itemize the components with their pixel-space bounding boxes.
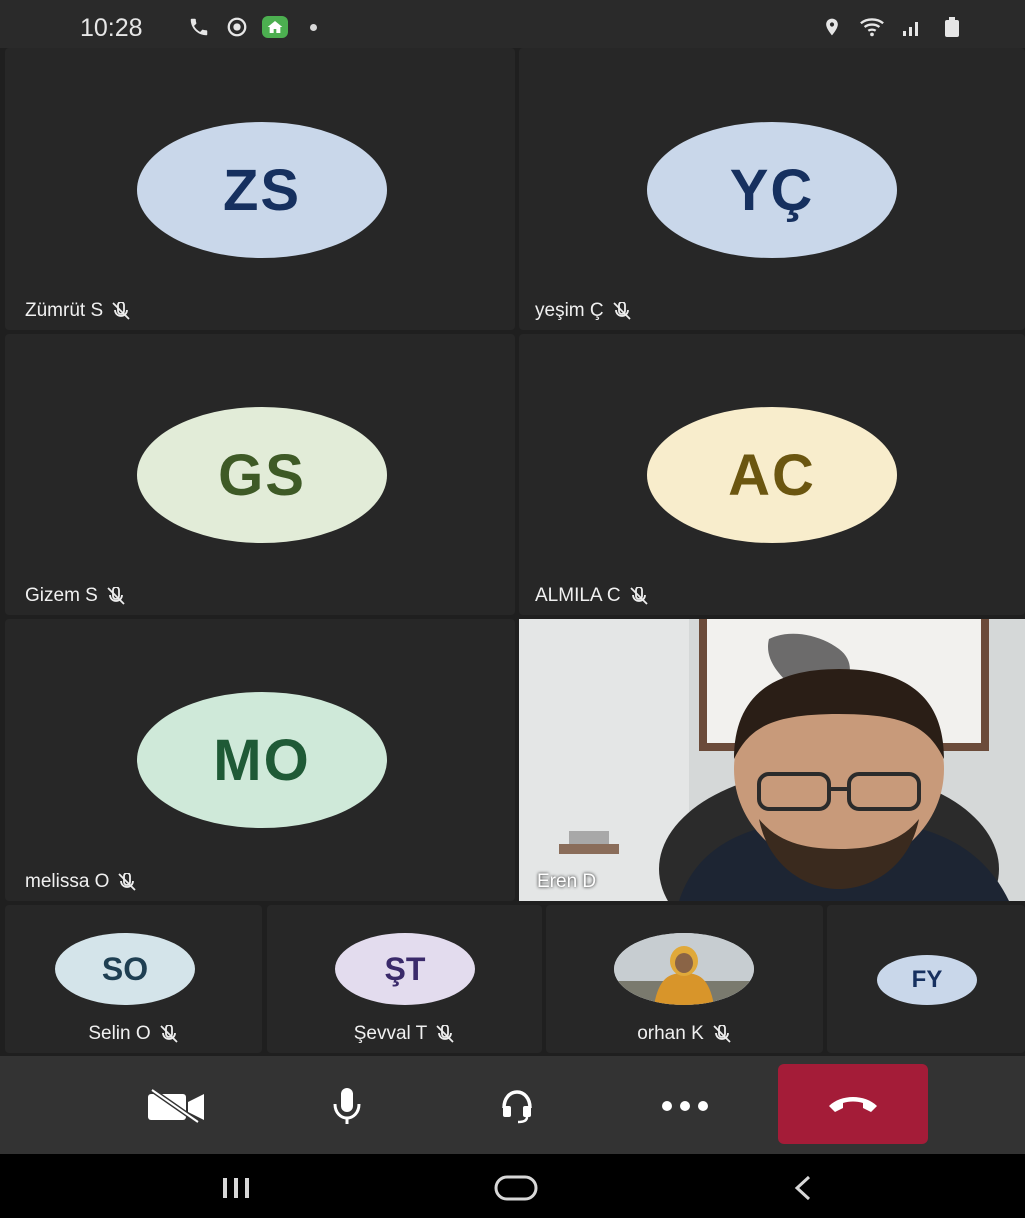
participant-name: melissa O	[25, 871, 137, 893]
participant-name-label: yeşim Ç	[535, 300, 604, 321]
mic-off-icon	[159, 1024, 179, 1043]
status-icons-right	[819, 16, 965, 38]
home-button[interactable]	[486, 1168, 546, 1208]
avatar: ZS	[137, 122, 387, 258]
avatar: ŞT	[335, 933, 475, 1005]
status-bar: 10:28	[0, 0, 1025, 48]
avatar-initials: SO	[101, 950, 149, 987]
call-controls	[0, 1056, 1025, 1154]
participant-name-label: ALMILA C	[535, 585, 621, 606]
participant-name-label: melissa O	[25, 871, 110, 892]
participant-name: orhan K	[546, 1023, 823, 1045]
headset-icon	[502, 1090, 532, 1124]
mic-off-icon	[435, 1024, 455, 1043]
participant-name-label: Eren D	[537, 871, 597, 892]
participant-name-label: Şevval T	[353, 1023, 428, 1044]
participant-name: Zümrüt S	[25, 300, 131, 322]
mic-off-icon	[629, 586, 649, 605]
more-icon	[662, 1101, 708, 1111]
participant-tile-yc[interactable]: YÇ yeşim Ç	[519, 48, 1025, 330]
avatar: SO	[55, 933, 195, 1005]
participant-tile-mo[interactable]: MO melissa O	[5, 619, 515, 901]
signal-icon	[899, 16, 925, 38]
camera-off-icon	[148, 1088, 204, 1124]
avatar-initials: FY	[911, 966, 943, 993]
avatar: FY	[877, 955, 977, 1005]
video-feed	[519, 619, 1025, 901]
participant-tile-orhan[interactable]: orhan K	[546, 905, 823, 1053]
status-time: 10:28	[80, 14, 143, 42]
avatar: GS	[137, 407, 387, 543]
mic-off-icon	[612, 301, 632, 320]
avatar-initials: MO	[213, 727, 311, 793]
participant-tile-gs[interactable]: GS Gizem S	[5, 334, 515, 615]
avatar-photo	[614, 933, 754, 1005]
participant-name-label: Selin O	[88, 1023, 151, 1044]
microphone-icon	[333, 1088, 361, 1124]
camera-toggle-button[interactable]	[142, 1076, 212, 1136]
participant-tile-zs[interactable]: ZS Zümrüt S	[5, 48, 515, 330]
battery-icon	[939, 16, 965, 38]
mic-off-icon	[712, 1024, 732, 1043]
participant-name: Gizem S	[25, 585, 126, 607]
recent-apps-button[interactable]	[206, 1168, 266, 1208]
participant-name: Şevval T	[267, 1023, 542, 1045]
participant-name-label: Zümrüt S	[25, 300, 104, 321]
avatar: AC	[647, 407, 897, 543]
location-icon	[819, 16, 845, 38]
participant-name-label: orhan K	[637, 1023, 704, 1044]
profile-photo	[614, 933, 754, 1005]
mic-off-icon	[106, 586, 126, 605]
participant-tile-ac[interactable]: AC ALMILA C	[519, 334, 1025, 615]
participant-tile-fy[interactable]: FY	[827, 905, 1025, 1053]
avatar: MO	[137, 692, 387, 828]
participant-tile-so[interactable]: SO Selin O	[5, 905, 262, 1053]
back-icon	[794, 1175, 811, 1201]
record-icon	[224, 16, 250, 38]
recent-apps-icon	[223, 1178, 249, 1198]
participant-name-label: Gizem S	[25, 585, 98, 606]
more-options-button[interactable]	[650, 1076, 720, 1136]
participant-tile-st[interactable]: ŞT Şevval T	[267, 905, 542, 1053]
status-icons-left	[186, 16, 317, 38]
participant-name: ALMILA C	[535, 585, 649, 607]
audio-device-button[interactable]	[482, 1076, 552, 1136]
back-button[interactable]	[774, 1168, 834, 1208]
end-call-button[interactable]	[778, 1064, 928, 1144]
notification-dot	[310, 23, 317, 31]
home-icon	[262, 16, 288, 38]
end-call-icon	[829, 1097, 877, 1112]
avatar-initials: YÇ	[729, 157, 815, 223]
home-button-icon	[494, 1175, 538, 1201]
avatar-initials: ŞT	[384, 950, 426, 987]
participant-video-tile[interactable]: Eren D	[519, 619, 1025, 901]
mic-off-icon	[111, 301, 131, 320]
avatar-initials: AC	[728, 442, 816, 508]
phone-icon	[186, 16, 212, 38]
navigation-bar	[0, 1154, 1025, 1218]
avatar-initials: GS	[218, 442, 306, 508]
wifi-icon	[859, 16, 885, 38]
participant-name: yeşim Ç	[535, 300, 632, 322]
avatar-initials: ZS	[222, 157, 302, 223]
microphone-button[interactable]	[312, 1076, 382, 1136]
avatar: YÇ	[647, 122, 897, 258]
participant-name: Selin O	[5, 1023, 262, 1045]
mic-off-icon	[117, 872, 137, 891]
